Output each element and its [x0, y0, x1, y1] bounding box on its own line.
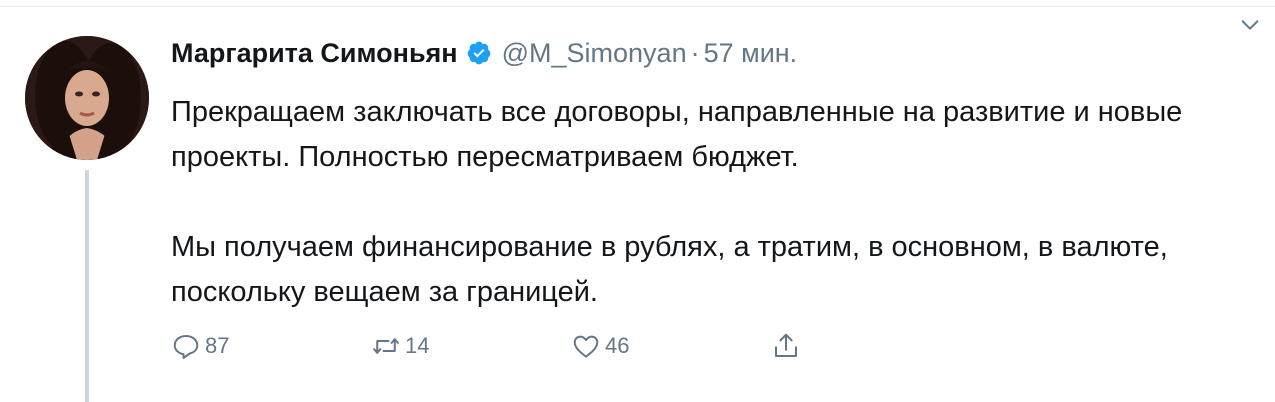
author-name[interactable]: Маргарита Симоньян	[171, 38, 458, 69]
share-button[interactable]	[771, 331, 811, 361]
tweet-paragraph-1: Прекращаем заключать все договоры, напра…	[171, 96, 1183, 173]
tweet-content: Маргарита Симоньян @M_Simonyan · 57 мин.…	[171, 30, 1275, 315]
top-divider	[0, 6, 1275, 7]
verified-badge-icon	[466, 40, 492, 66]
heart-icon	[573, 335, 599, 358]
author-handle[interactable]: @M_Simonyan	[502, 38, 687, 69]
like-button[interactable]: 46	[571, 331, 771, 361]
thread-line	[85, 170, 89, 402]
reply-count: 87	[205, 333, 230, 358]
avatar[interactable]	[25, 36, 149, 160]
tweet-actions: 87 14 46	[171, 326, 811, 366]
share-icon	[775, 333, 797, 357]
avatar-image	[25, 36, 149, 160]
tweet-header: Маргарита Симоньян @M_Simonyan · 57 мин.	[171, 30, 1275, 76]
tweet-timestamp[interactable]: 57 мин.	[704, 38, 798, 69]
retweet-icon	[373, 338, 399, 354]
retweet-button[interactable]: 14	[371, 331, 571, 361]
tweet-paragraph-2: Мы получаем финансирование в рублях, а т…	[171, 231, 1168, 308]
chevron-down-icon[interactable]	[1239, 14, 1261, 36]
tweet[interactable]: Маргарита Симоньян @M_Simonyan · 57 мин.…	[0, 0, 1275, 402]
reply-icon	[173, 335, 199, 359]
reply-button[interactable]: 87	[171, 331, 371, 361]
like-count: 46	[605, 333, 630, 358]
retweet-count: 14	[405, 333, 430, 358]
tweet-text: Прекращаем заключать все договоры, напра…	[171, 90, 1266, 315]
header-separator: ·	[690, 37, 700, 68]
